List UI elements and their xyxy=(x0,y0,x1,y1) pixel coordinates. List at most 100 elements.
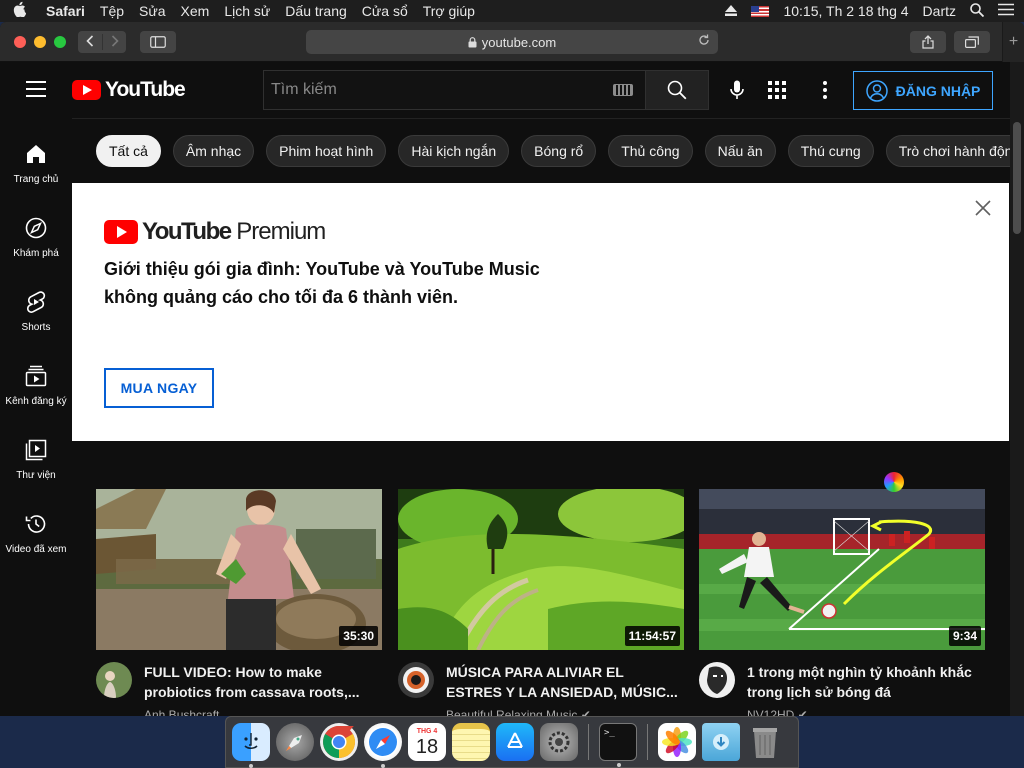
menu-view[interactable]: Xem xyxy=(181,3,210,19)
search-button[interactable] xyxy=(646,70,709,110)
finder-icon[interactable] xyxy=(232,723,270,768)
chip-cooking[interactable]: Nấu ăn xyxy=(704,134,776,167)
launchpad-icon[interactable] xyxy=(276,723,314,761)
premium-logo-word: YouTube xyxy=(142,218,232,245)
scrollbar-thumb[interactable] xyxy=(1013,122,1021,234)
apple-menu-icon[interactable] xyxy=(12,1,28,21)
search-input[interactable] xyxy=(271,81,591,99)
running-indicator xyxy=(381,764,385,768)
video-card[interactable]: 9:34 1 trong một nghìn tỷ khoảnh khắc tr… xyxy=(699,489,985,716)
lock-icon xyxy=(468,36,477,47)
guide-menu-icon[interactable] xyxy=(26,81,46,97)
sidebar-toggle-button[interactable] xyxy=(140,31,176,53)
premium-logo-suffix: Premium xyxy=(236,218,326,245)
page-scrollbar[interactable] xyxy=(1010,62,1024,716)
forward-arrow-icon[interactable] xyxy=(102,34,126,50)
menu-help[interactable]: Trợ giúp xyxy=(423,3,475,19)
new-tab-button[interactable]: + xyxy=(1002,22,1024,62)
video-title[interactable]: MÚSICA PARA ALIVIAR EL ESTRES Y LA ANSIE… xyxy=(446,662,682,702)
channel-name[interactable]: NV12HD ✔ xyxy=(747,708,808,716)
keyboard-icon[interactable] xyxy=(613,84,633,96)
shorts-icon xyxy=(24,290,48,314)
premium-text-line1: Giới thiệu gói gia đình: YouTube và YouT… xyxy=(104,259,540,279)
trash-icon[interactable] xyxy=(746,723,784,761)
chip-sketch-comedy[interactable]: Hài kịch ngắn xyxy=(398,134,510,167)
close-window-button[interactable] xyxy=(14,36,26,48)
voice-search-button[interactable] xyxy=(725,78,749,102)
chip-all[interactable]: Tất cả xyxy=(96,134,161,167)
chip-pets[interactable]: Thú cưng xyxy=(787,134,874,167)
notes-icon[interactable] xyxy=(452,723,490,761)
terminal-prompt: >_ xyxy=(604,728,615,738)
youtube-logo[interactable]: YouTube xyxy=(72,78,186,102)
library-icon xyxy=(24,438,48,462)
reload-icon[interactable] xyxy=(698,33,710,49)
compass-icon xyxy=(24,216,48,240)
video-card[interactable]: 11:54:57 MÚSICA PARA ALIVIAR EL ESTRES Y… xyxy=(398,489,684,716)
running-indicator xyxy=(617,763,621,767)
control-center-icon[interactable] xyxy=(998,3,1014,19)
buy-now-button[interactable]: MUA NGAY xyxy=(104,368,214,408)
chip-crafts[interactable]: Thủ công xyxy=(608,134,693,167)
terminal-icon[interactable]: >_ xyxy=(599,723,637,767)
minimize-window-button[interactable] xyxy=(34,36,46,48)
sidebar-item-label: Video đã xem xyxy=(5,544,67,555)
sidebar-item-shorts[interactable]: Shorts xyxy=(0,290,72,352)
video-title[interactable]: 1 trong một nghìn tỷ khoảnh khắc trong l… xyxy=(747,662,983,702)
chrome-icon[interactable] xyxy=(320,723,358,761)
menu-edit[interactable]: Sửa xyxy=(139,3,166,19)
app-store-icon[interactable] xyxy=(496,723,534,761)
busy-cursor-icon xyxy=(884,472,904,492)
sidebar-item-label: Shorts xyxy=(21,322,51,333)
fullscreen-window-button[interactable] xyxy=(54,36,66,48)
system-preferences-icon[interactable] xyxy=(540,723,578,761)
spotlight-search-icon[interactable] xyxy=(970,2,985,20)
sign-in-button[interactable]: ĐĂNG NHẬP xyxy=(853,71,993,110)
sidebar-item-label: Kênh đăng ký xyxy=(5,396,67,407)
calendar-icon[interactable]: THG 4 18 xyxy=(408,723,446,761)
share-button[interactable] xyxy=(910,31,946,53)
address-bar[interactable]: youtube.com xyxy=(306,30,718,54)
input-source-flag-icon[interactable] xyxy=(751,5,770,17)
apps-button[interactable] xyxy=(765,78,789,102)
eject-icon[interactable] xyxy=(725,3,738,19)
video-title[interactable]: FULL VIDEO: How to make probiotics from … xyxy=(144,662,380,702)
sidebar-item-home[interactable]: Trang chủ xyxy=(0,142,72,204)
address-url: youtube.com xyxy=(481,34,557,50)
channel-name[interactable]: Beautiful Relaxing Music ✔ xyxy=(446,708,591,716)
sidebar-item-library[interactable]: Thư viện xyxy=(0,438,72,500)
menu-bar-user[interactable]: Dartz xyxy=(923,3,956,19)
menu-window[interactable]: Cửa sổ xyxy=(362,3,408,19)
photos-icon[interactable] xyxy=(658,723,696,761)
settings-menu-button[interactable] xyxy=(813,78,837,102)
video-thumbnail[interactable]: 11:54:57 xyxy=(398,489,684,650)
video-thumbnail[interactable]: 35:30 xyxy=(96,489,382,650)
video-card[interactable]: 35:30 FULL VIDEO: How to make probiotics… xyxy=(96,489,382,716)
back-forward-buttons[interactable] xyxy=(78,31,126,53)
safari-window: youtube.com + YouTube Tìm kiếm ĐĂNG NHẬP… xyxy=(0,22,1024,716)
channel-avatar[interactable] xyxy=(398,662,434,698)
back-arrow-icon[interactable] xyxy=(78,34,102,50)
sidebar-item-explore[interactable]: Khám phá xyxy=(0,216,72,278)
close-banner-icon[interactable] xyxy=(971,196,995,220)
video-duration: 9:34 xyxy=(948,626,981,646)
sidebar-item-history[interactable]: Video đã xem xyxy=(0,512,72,574)
video-thumbnail[interactable]: 9:34 xyxy=(699,489,985,650)
menu-file[interactable]: Tệp xyxy=(100,3,124,19)
channel-avatar[interactable] xyxy=(96,662,132,698)
sidebar-item-subscriptions[interactable]: Kênh đăng ký xyxy=(0,364,72,426)
menu-bar-clock[interactable]: 10:15, Th 2 18 thg 4 xyxy=(783,3,908,19)
chip-animation[interactable]: Phim hoạt hình xyxy=(266,134,387,167)
menu-history[interactable]: Lịch sử xyxy=(224,3,270,19)
chip-music[interactable]: Âm nhạc xyxy=(172,134,255,167)
channel-name[interactable]: Anh Bushcraft xyxy=(144,708,219,716)
menu-bookmarks[interactable]: Dấu trang xyxy=(285,3,346,19)
downloads-folder-icon[interactable] xyxy=(702,723,740,761)
safari-icon[interactable] xyxy=(364,723,402,768)
menu-safari[interactable]: Safari xyxy=(46,3,85,19)
chip-basketball[interactable]: Bóng rổ xyxy=(521,134,597,167)
tab-overview-button[interactable] xyxy=(954,31,990,53)
safari-toolbar: youtube.com + xyxy=(0,22,1024,62)
channel-avatar[interactable] xyxy=(699,662,735,698)
chip-action-games[interactable]: Trò chơi hành động xyxy=(885,134,1010,167)
